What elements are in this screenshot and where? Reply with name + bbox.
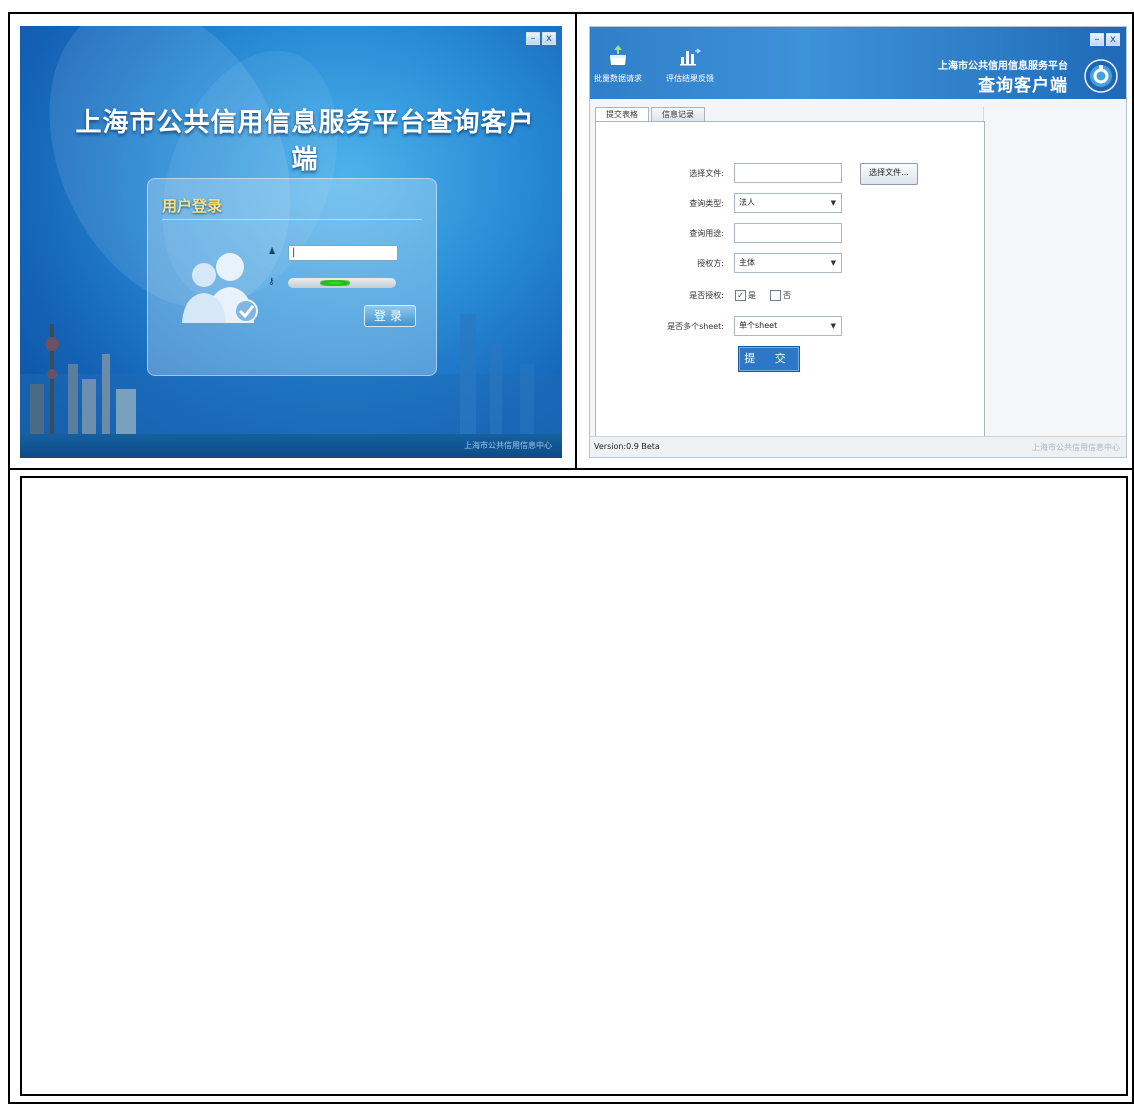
progress-fill bbox=[320, 280, 350, 286]
tab-submit-form[interactable]: 提交表格 bbox=[595, 107, 649, 121]
username-value: | bbox=[292, 247, 296, 258]
minimize-button[interactable]: – bbox=[1090, 33, 1104, 46]
minimize-button[interactable]: – bbox=[526, 32, 540, 45]
login-window: – x 上海市公共信用信息服务平台查询客户端 用户登录 ♟ | ⚷ 登录 上海市… bbox=[20, 26, 562, 458]
multi-sheet-select[interactable]: 单个sheet ▼ bbox=[734, 316, 842, 336]
users-icon bbox=[182, 253, 258, 323]
brand-logo-icon bbox=[1084, 59, 1118, 93]
login-footer: 上海市公共信用信息中心 bbox=[20, 434, 562, 458]
brand-subtitle: 上海市公共信用信息服务平台 bbox=[938, 61, 1068, 72]
status-org: 上海市公共信用信息中心 bbox=[1032, 443, 1120, 452]
multi-sheet-label: 是否多个sheet: bbox=[667, 322, 724, 331]
login-panel: 用户登录 ♟ | ⚷ 登录 bbox=[147, 178, 437, 376]
dropdown-arrow-icon: ▼ bbox=[830, 259, 836, 267]
purpose-label: 查询用途: bbox=[689, 229, 724, 238]
file-label: 选择文件: bbox=[689, 169, 724, 178]
query-type-value: 法人 bbox=[739, 198, 755, 207]
submit-button[interactable]: 提 交 bbox=[738, 346, 800, 372]
user-icon: ♟ bbox=[268, 247, 277, 257]
footer-org: 上海市公共信用信息中心 bbox=[464, 441, 552, 450]
authorizer-label: 授权方: bbox=[697, 259, 724, 268]
tab-bar: 提交表格 信息记录 bbox=[595, 107, 707, 121]
toolbar-feedback-label: 评估结果反馈 bbox=[666, 74, 714, 83]
window-controls: – x bbox=[1090, 33, 1120, 46]
login-button[interactable]: 登录 bbox=[364, 305, 416, 327]
authorized-no-label: 否 bbox=[783, 291, 791, 300]
version-text: Version:0.9 Beta bbox=[594, 442, 660, 451]
toolbar-batch-request[interactable]: 批量数据请求 bbox=[594, 43, 642, 84]
query-type-label: 查询类型: bbox=[689, 199, 724, 208]
bar-chart-icon bbox=[680, 48, 702, 66]
file-path-input[interactable] bbox=[734, 163, 842, 183]
authorized-yes-label: 是 bbox=[748, 291, 756, 300]
authorized-label: 是否授权: bbox=[689, 291, 724, 300]
password-progress-bar[interactable] bbox=[288, 278, 396, 288]
upload-tray-icon bbox=[610, 45, 626, 65]
table-vertical-divider bbox=[575, 12, 577, 470]
authorizer-select[interactable]: 主体 ▼ bbox=[734, 253, 842, 273]
window-controls: – x bbox=[526, 32, 556, 45]
purpose-input[interactable] bbox=[734, 223, 842, 243]
query-client-window: – x 批量数据请求 评估结果反馈 上海市公共信用信息服务平台 查询客户端 提交… bbox=[589, 26, 1127, 458]
close-button[interactable]: x bbox=[1106, 33, 1120, 46]
authorized-yes-checkbox[interactable]: ✓ bbox=[735, 290, 746, 301]
dropdown-arrow-icon: ▼ bbox=[830, 199, 836, 207]
choose-file-button[interactable]: 选择文件... bbox=[860, 163, 918, 185]
right-pane bbox=[983, 107, 1124, 437]
login-panel-title: 用户登录 bbox=[162, 197, 223, 215]
submit-form-panel: 选择文件: 选择文件... 查询类型: 法人 ▼ 查询用途: 授权方: 主体 ▼… bbox=[595, 121, 985, 439]
close-button[interactable]: x bbox=[542, 32, 556, 45]
query-type-select[interactable]: 法人 ▼ bbox=[734, 193, 842, 213]
dropdown-arrow-icon: ▼ bbox=[830, 322, 836, 330]
username-input[interactable]: | bbox=[288, 245, 398, 261]
empty-cell-frame bbox=[20, 476, 1128, 1096]
authorizer-value: 主体 bbox=[739, 258, 755, 267]
tab-info-records[interactable]: 信息记录 bbox=[651, 107, 705, 121]
key-icon: ⚷ bbox=[268, 277, 275, 287]
toolbar-feedback[interactable]: 评估结果反馈 bbox=[666, 43, 714, 84]
table-horizontal-divider bbox=[8, 468, 1134, 470]
toolbar-batch-request-label: 批量数据请求 bbox=[594, 74, 642, 83]
brand-title: 查询客户端 bbox=[978, 76, 1068, 96]
multi-sheet-value: 单个sheet bbox=[739, 321, 778, 330]
authorized-no-checkbox[interactable] bbox=[770, 290, 781, 301]
divider bbox=[162, 219, 422, 220]
app-title: 上海市公共信用信息服务平台查询客户端 bbox=[75, 108, 535, 175]
status-bar: Version:0.9 Beta 上海市公共信用信息中心 bbox=[590, 436, 1126, 457]
